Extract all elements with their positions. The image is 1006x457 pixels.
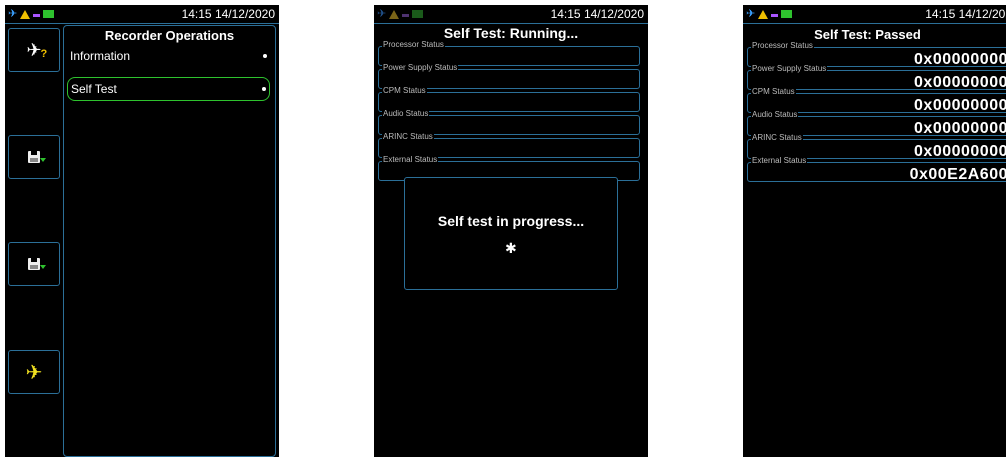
self-test-running-screen: ✈ 14:15 14/12/2020 Self Test: Running...… [374,5,648,457]
link-status-icon [771,13,779,17]
recorder-operations-panel: Recorder Operations Information Self Tes… [63,25,276,457]
plane-question-button[interactable]: ✈? [8,28,60,72]
clock: 14:15 14/12/202 [925,7,1006,21]
save-download-icon [28,258,46,270]
link-status-icon [402,13,410,17]
field-label: Processor Status [382,40,445,50]
clock: 14:15 14/12/2020 [181,7,275,21]
plane-status-icon: ✈ [8,8,18,20]
self-test-passed-screen: ✈ 14:15 14/12/202 Self Test: Passed Proc… [743,5,1006,457]
progress-dialog: Self test in progress... ✱ [404,177,618,290]
link-status-icon [33,13,41,17]
field-label: Power Supply Status [382,63,459,73]
gear-icon: ✱ [505,240,517,256]
status-icons: ✈ [746,8,793,20]
menu-item-label: Self Test [71,82,117,96]
warning-icon [389,9,400,19]
field-label: Processor Status [751,41,814,51]
plane-status-icon: ✈ [377,8,387,20]
field-label: Audio Status [751,110,799,120]
field-value: 0x00E2A600 [909,166,1006,183]
plane-status-icon: ✈ [746,8,756,20]
field-label: External Status [382,155,439,165]
bullet-icon [263,54,267,58]
field-label: ARINC Status [382,132,434,142]
warning-icon [758,9,769,19]
field-value: 0x00000000 [914,97,1006,114]
field-label: Audio Status [382,109,430,119]
battery-icon [781,10,793,18]
status-icons: ✈ [8,8,55,20]
save-download-button[interactable] [8,135,60,179]
recorder-operations-screen: ✈ 14:15 14/12/2020 ✈? ✈ Recorder Operati… [5,5,279,457]
plane-icon: ✈ [25,361,43,384]
status-bar: ✈ 14:15 14/12/2020 [5,5,279,24]
field-label: CPM Status [382,86,427,96]
field-value: 0x00000000 [914,120,1006,137]
save-download-button[interactable] [8,242,60,286]
plane-button[interactable]: ✈ [8,350,60,394]
field-value: 0x00000000 [914,74,1006,91]
clock: 14:15 14/12/2020 [550,7,644,21]
menu-item-information[interactable]: Information [67,45,270,67]
menu-item-label: Information [70,49,131,63]
progress-message: Self test in progress... [437,213,585,229]
status-icons: ✈ [377,8,424,20]
field-value: 0x00000000 [914,51,1006,68]
field-label: External Status [751,156,808,166]
field-label: CPM Status [751,87,796,97]
battery-icon [412,10,424,18]
bullet-icon [262,87,266,91]
plane-question-icon: ✈? [26,39,48,60]
page-title: Recorder Operations [104,28,235,43]
status-bar: ✈ 14:15 14/12/2020 [374,5,648,24]
save-download-icon [28,151,46,163]
menu-item-self-test[interactable]: Self Test [67,77,270,101]
battery-icon [43,10,55,18]
external-status-field: External Status 0x00E2A600 [747,156,1006,183]
field-label: ARINC Status [751,133,803,143]
status-bar: ✈ 14:15 14/12/202 [743,5,1006,24]
field-value: 0x00000000 [914,143,1006,160]
warning-icon [20,9,31,19]
field-label: Power Supply Status [751,64,828,74]
